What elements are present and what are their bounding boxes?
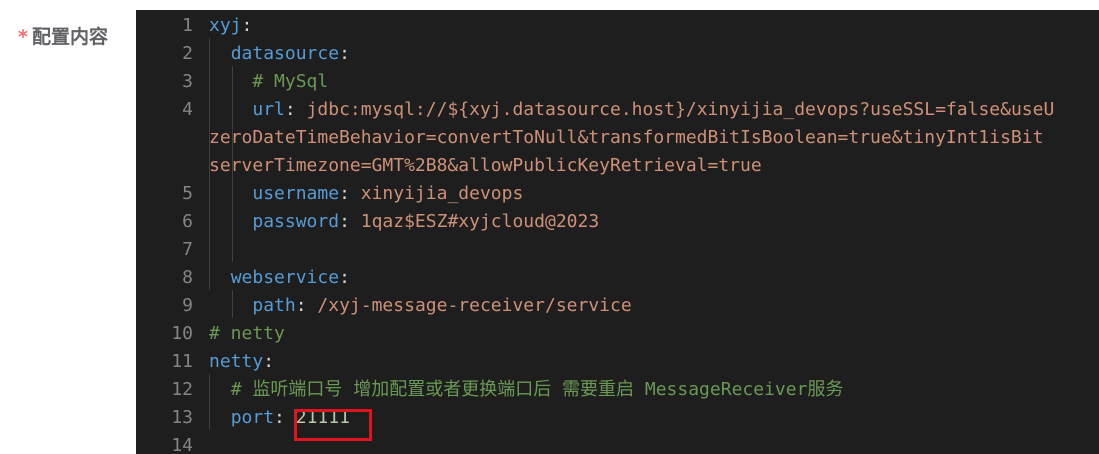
token-punc: : (339, 267, 350, 288)
code-line[interactable]: 13 port: 21111 (136, 404, 1099, 432)
required-mark: * (18, 26, 28, 48)
code-line[interactable]: 5 username: xinyijia_devops (136, 180, 1099, 208)
token-cmt: # 监听端口号 增加配置或者更换端口后 需要重启 MessageReceiver… (230, 379, 844, 400)
code-line[interactable]: zeroDateTimeBehavior=convertToNull&trans… (136, 124, 1099, 152)
code-line[interactable]: 14 (136, 432, 1099, 454)
code-text: url: jdbc:mysql://${xyj.datasource.host}… (209, 96, 1054, 124)
token-key: webservice (230, 267, 340, 288)
token-key: username (252, 183, 340, 204)
line-number: 11 (171, 351, 193, 372)
code-line[interactable]: 10 # netty (136, 320, 1099, 348)
code-line[interactable]: 11 netty: (136, 348, 1099, 376)
token-punc: : (339, 211, 361, 232)
line-number: 1 (182, 15, 193, 36)
line-number: 2 (182, 43, 193, 64)
token-key: port (230, 407, 275, 428)
token-key: url (252, 99, 285, 120)
line-number: 10 (171, 323, 193, 344)
line-number: 13 (171, 407, 193, 428)
token-punc (209, 43, 231, 64)
code-line[interactable]: 12 # 监听端口号 增加配置或者更换端口后 需要重启 MessageRecei… (136, 376, 1099, 404)
token-punc: : (339, 183, 361, 204)
token-key: netty (209, 351, 264, 372)
code-line[interactable]: 2 datasource: (136, 40, 1099, 68)
port-highlight-box (294, 409, 372, 441)
code-text: datasource: (209, 40, 350, 68)
token-punc (209, 267, 231, 288)
token-punc: : (274, 407, 296, 428)
line-number: 3 (182, 71, 193, 92)
token-punc (209, 295, 252, 316)
code-text: zeroDateTimeBehavior=convertToNull&trans… (209, 124, 1043, 152)
token-punc: : (241, 15, 253, 36)
config-content-label: * 配置内容 (18, 22, 108, 49)
token-punc: : (284, 99, 307, 120)
code-line[interactable]: 3 # MySql (136, 68, 1099, 96)
token-cmt: # netty (209, 323, 285, 344)
token-key: datasource (230, 43, 340, 64)
token-punc (209, 183, 252, 204)
token-punc: : (295, 295, 318, 316)
code-text: password: 1qaz$ESZ#xyjcloud@2023 (209, 208, 599, 236)
token-val: 1qaz$ESZ#xyjcloud@2023 (360, 211, 600, 232)
code-text: webservice: (209, 264, 350, 292)
token-val: /xyj-message-receiver/service (317, 295, 632, 316)
code-line[interactable]: 9 path: /xyj-message-receiver/service (136, 292, 1099, 320)
code-line[interactable]: 1 xyj: (136, 12, 1099, 40)
token-key: xyj (209, 15, 242, 36)
line-number: 9 (182, 295, 193, 316)
token-val: zeroDateTimeBehavior=convertToNull&trans… (209, 127, 1044, 148)
code-text: serverTimezone=GMT%2B8&allowPublicKeyRet… (209, 152, 762, 180)
line-number: 7 (182, 239, 193, 260)
code-text: xyj: (209, 12, 252, 40)
token-cmt: # MySql (252, 71, 329, 92)
token-val: serverTimezone=GMT%2B8&allowPublicKeyRet… (209, 155, 762, 176)
code-line[interactable]: 8 webservice: (136, 264, 1099, 292)
line-number: 8 (182, 267, 193, 288)
line-number: 5 (182, 183, 193, 204)
token-punc (209, 211, 252, 232)
code-line[interactable]: 6 password: 1qaz$ESZ#xyjcloud@2023 (136, 208, 1099, 236)
code-line[interactable]: 4 url: jdbc:mysql://${xyj.datasource.hos… (136, 96, 1099, 124)
line-number: 4 (182, 99, 193, 120)
token-key: path (252, 295, 296, 316)
token-punc: : (339, 43, 350, 64)
token-key: password (252, 211, 340, 232)
token-punc (209, 379, 231, 400)
line-number: 6 (182, 211, 193, 232)
token-val: jdbc:mysql://${xyj.datasource.host}/xiny… (306, 99, 1055, 120)
code-line[interactable]: serverTimezone=GMT%2B8&allowPublicKeyRet… (136, 152, 1099, 180)
token-val: xinyijia_devops (360, 183, 524, 204)
token-punc (209, 71, 252, 92)
line-number: 12 (171, 379, 193, 400)
code-text: netty: (209, 348, 274, 376)
line-number: 14 (171, 435, 193, 454)
code-text: username: xinyijia_devops (209, 180, 523, 208)
code-text: # 监听端口号 增加配置或者更换端口后 需要重启 MessageReceiver… (209, 376, 844, 404)
code-editor[interactable]: 1 xyj: 2 datasource: 3 # MySql 4 url: jdbc:m… (136, 10, 1099, 454)
token-punc (209, 407, 231, 428)
code-text: path: /xyj-message-receiver/service (209, 292, 632, 320)
code-text: # MySql (209, 68, 328, 96)
code-line[interactable]: 7 (136, 236, 1099, 264)
code-text: # netty (209, 320, 285, 348)
token-punc: : (263, 351, 275, 372)
label-text: 配置内容 (31, 26, 108, 48)
token-punc (209, 99, 252, 120)
